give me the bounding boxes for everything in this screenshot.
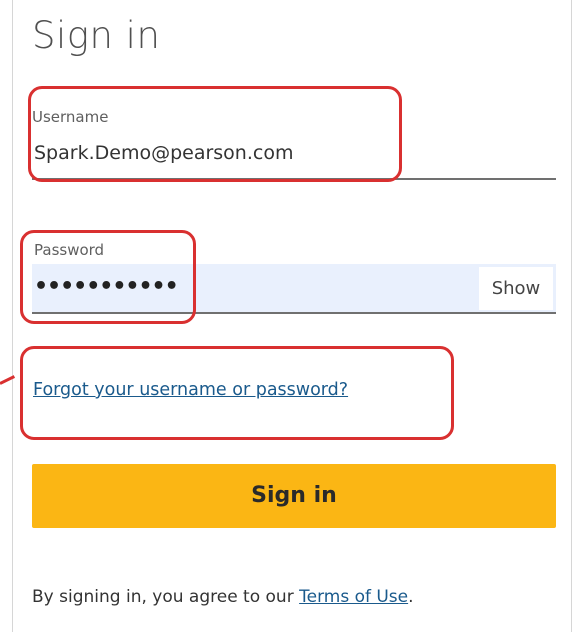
show-password-button[interactable]: Show [479, 267, 553, 310]
terms-of-use-link[interactable]: Terms of Use [299, 587, 408, 607]
agreement-suffix: . [408, 587, 414, 607]
highlight-box-username [28, 86, 402, 182]
panel-border-left [12, 0, 13, 632]
agreement-prefix: By signing in, you agree to our [32, 587, 300, 607]
page-title: Sign in [32, 14, 161, 57]
highlight-box-password [20, 230, 196, 324]
highlight-box-forgot-link [20, 346, 454, 440]
terms-agreement: By signing in, you agree to our Terms of… [32, 587, 414, 607]
panel-border-right [571, 0, 572, 632]
signin-button[interactable]: Sign in [32, 464, 556, 528]
signin-page: Sign in Username Spark.Demo@pearson.com … [0, 0, 574, 632]
